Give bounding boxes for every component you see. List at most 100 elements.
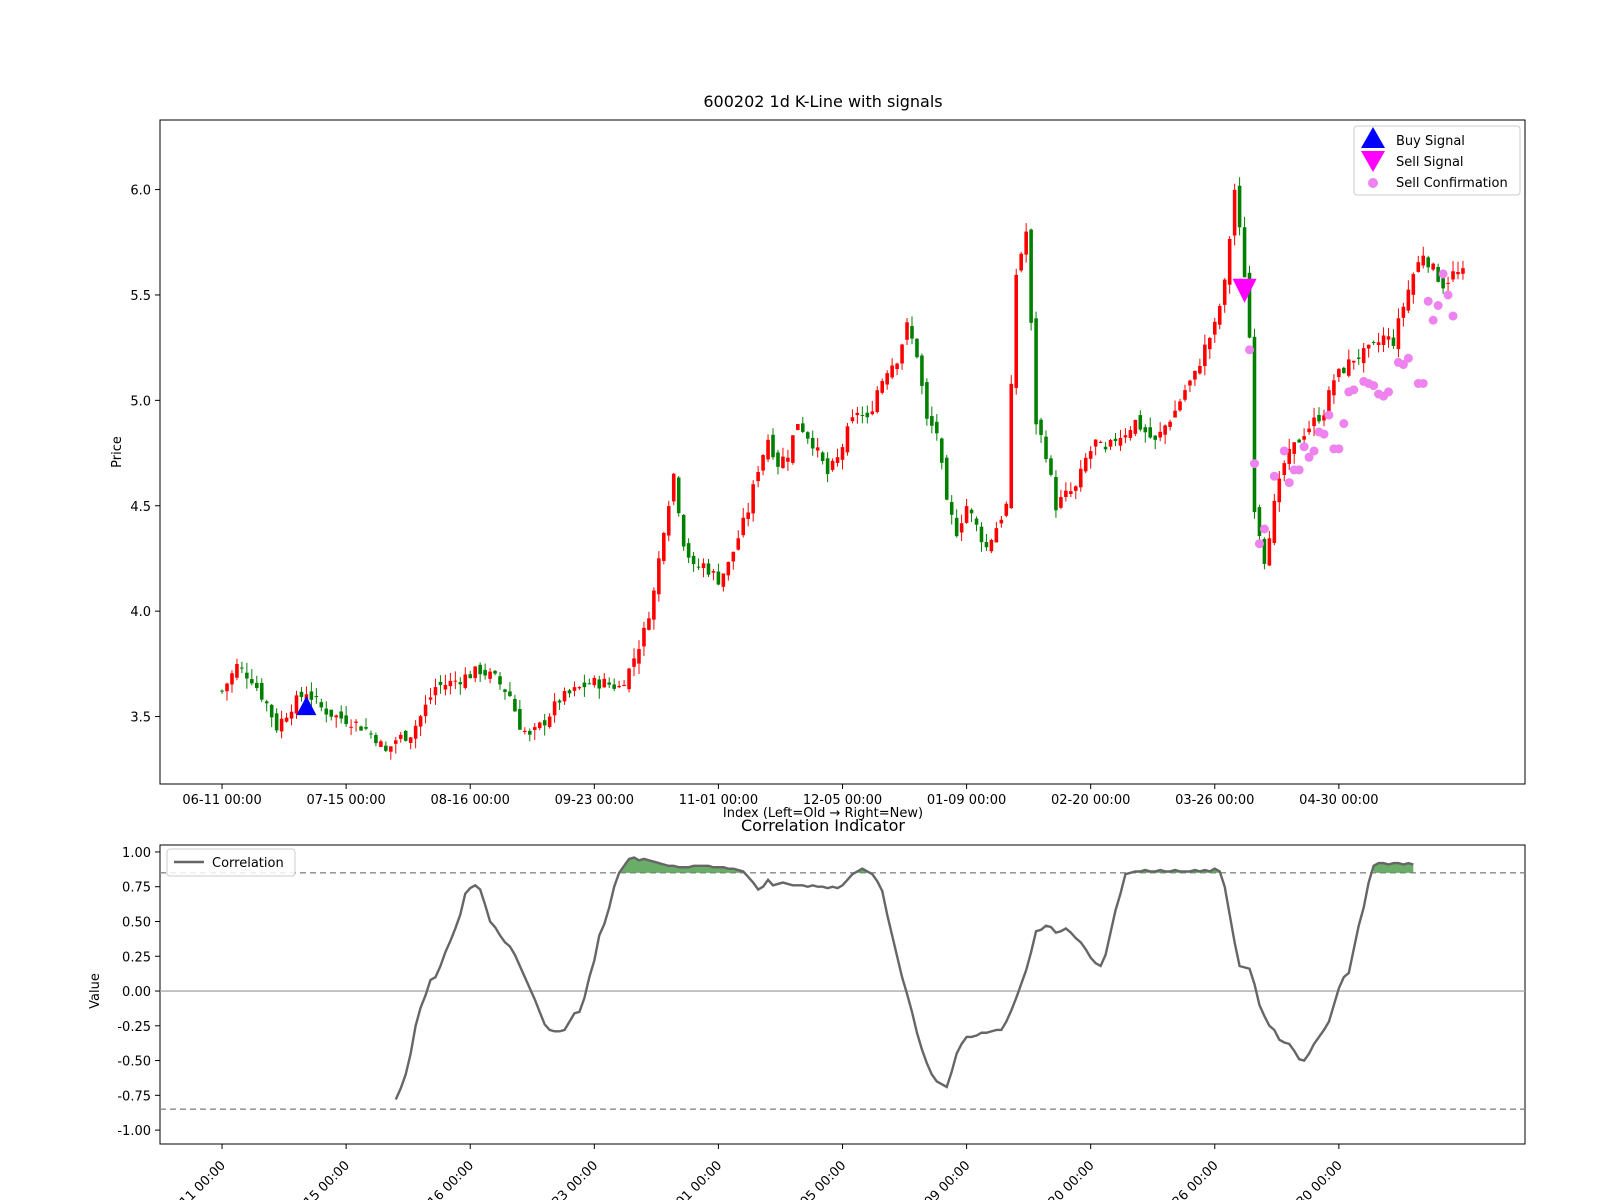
candle-body — [403, 730, 408, 741]
candle-body — [319, 702, 324, 708]
candle-body — [1168, 421, 1172, 427]
candle-body — [428, 697, 433, 700]
candle-body — [1396, 318, 1401, 350]
candle-body — [989, 539, 994, 552]
candle-body — [1461, 268, 1465, 274]
candle-body — [274, 713, 279, 731]
candle-body — [354, 721, 358, 723]
candle-body — [711, 571, 716, 573]
sell-confirmation-marker — [1319, 429, 1329, 439]
candle-body — [612, 684, 616, 689]
candle-body — [935, 421, 939, 434]
sell-confirmation-marker — [1334, 444, 1344, 454]
candle-body — [1366, 344, 1371, 349]
candle-body — [1049, 458, 1053, 475]
candle-body — [220, 690, 224, 692]
candle-body — [245, 672, 249, 679]
candle-body — [1148, 427, 1153, 438]
figure: 600202 1d K-Line with signals Price Inde… — [88, 92, 1526, 1200]
candle-body — [920, 355, 924, 386]
x-tick-label: 04-30 00:00 — [1299, 793, 1378, 808]
candle-body — [686, 543, 691, 558]
candle-body — [1158, 431, 1162, 438]
candle-body — [885, 373, 889, 385]
candle-body — [1361, 348, 1366, 364]
candle-body — [1351, 360, 1356, 363]
candle-body — [1272, 500, 1277, 544]
candle-body — [1034, 318, 1038, 425]
candle-body — [964, 506, 969, 523]
candle-body — [1456, 271, 1460, 275]
candle-body — [1019, 253, 1023, 271]
candle-body — [264, 701, 269, 704]
candle-body — [771, 434, 775, 458]
candle-body — [1054, 476, 1058, 511]
candle-body — [1421, 255, 1426, 266]
candle-body — [741, 517, 746, 536]
x-tick-label: 02-20 00:00 — [1031, 1158, 1098, 1200]
candle-body — [488, 671, 492, 679]
candle-body — [582, 682, 587, 688]
candle-body — [939, 438, 944, 463]
candle-body — [1074, 486, 1078, 491]
candle-body — [408, 737, 413, 743]
candle-body — [1118, 437, 1123, 446]
candle-body — [458, 682, 463, 685]
candle-body — [662, 532, 666, 561]
candle-body — [756, 471, 760, 482]
candle-body — [721, 573, 726, 587]
candle-body — [602, 678, 607, 688]
candle-body — [374, 735, 378, 744]
candle-body — [557, 700, 562, 703]
candle-body — [1391, 337, 1396, 346]
correlation-frame — [159, 844, 1526, 1145]
candle-body — [537, 722, 542, 729]
candle-body — [796, 424, 800, 431]
candle-body — [617, 685, 621, 688]
candle-body — [895, 363, 899, 370]
candle-body — [855, 412, 860, 416]
candle-body — [1123, 435, 1128, 438]
candle-body — [637, 649, 641, 664]
candle-body — [547, 716, 552, 727]
candle-body — [860, 415, 865, 417]
candle-body — [905, 322, 909, 340]
candle-body — [1014, 274, 1019, 388]
candle-body — [1088, 451, 1093, 459]
candle-body — [900, 344, 904, 364]
candle-body — [1431, 263, 1435, 270]
candle-body — [999, 519, 1004, 524]
candle-body — [1103, 446, 1108, 450]
candle-body — [1004, 503, 1009, 516]
y-tick-label: 6.0 — [130, 184, 151, 199]
candle-body — [1411, 274, 1416, 295]
candle-body — [751, 484, 755, 514]
sell-confirmation-marker — [1403, 353, 1413, 363]
candle-body — [1059, 497, 1063, 508]
candle-body — [493, 670, 497, 674]
candle-body — [269, 704, 274, 718]
candle-body — [1307, 428, 1311, 433]
candle-body — [696, 566, 701, 568]
candle-body — [761, 455, 765, 471]
candle-body — [418, 716, 423, 727]
candle-body — [979, 526, 984, 543]
candle-body — [766, 439, 770, 460]
candle-body — [1312, 417, 1316, 427]
candle-body — [443, 684, 448, 690]
candle-body — [1024, 231, 1028, 255]
candle-body — [925, 382, 929, 419]
candle-body — [473, 666, 477, 679]
candle-body — [508, 691, 512, 697]
candle-body — [1257, 507, 1262, 537]
candle-body — [523, 730, 527, 733]
candle-body — [438, 681, 443, 686]
candle-body — [483, 669, 487, 676]
candle-body — [984, 542, 989, 548]
x-tick-label: 01-09 00:00 — [907, 1158, 974, 1200]
candle-body — [1297, 439, 1301, 443]
candle-body — [528, 730, 532, 735]
sell-confirmation-marker — [1309, 446, 1319, 456]
candle-body — [736, 538, 741, 550]
candle-body — [676, 477, 681, 514]
